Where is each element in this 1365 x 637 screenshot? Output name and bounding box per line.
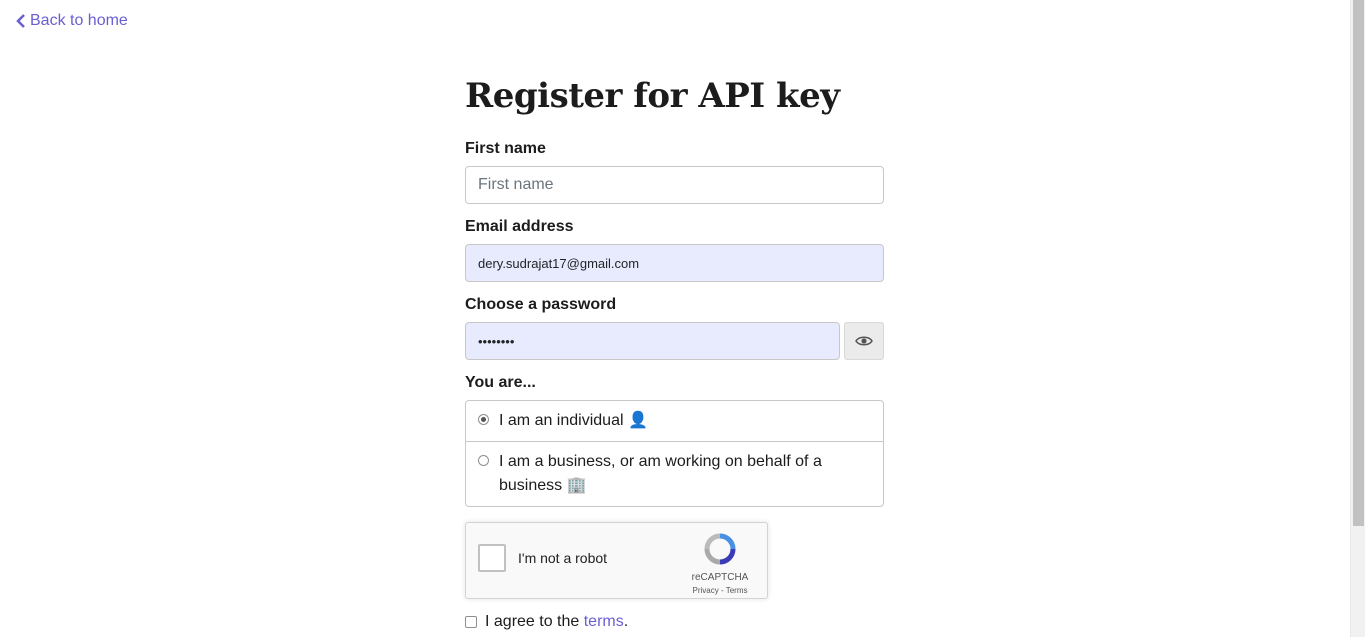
radio-individual[interactable] [478,414,489,425]
agree-terms-suffix: . [623,613,629,630]
page-scrollbar[interactable] [1350,0,1365,637]
back-to-home-link[interactable]: Back to home [16,12,128,30]
email-field[interactable] [465,244,884,282]
chevron-left-icon [16,14,25,28]
agree-terms-checkbox[interactable] [465,616,477,628]
radio-business[interactable] [478,455,489,466]
password-field[interactable] [465,322,840,360]
password-label: Choose a password [465,296,617,313]
radio-option-individual[interactable]: I am an individual 👤 [466,401,883,441]
password-row [465,322,884,360]
recaptcha-label: I'm not a robot [518,550,608,566]
recaptcha-brand: reCAPTCHA [691,572,749,583]
radio-option-business[interactable]: I am a business, or am working on behalf… [466,441,883,506]
user-type-label: You are... [465,374,536,391]
scrollbar-thumb[interactable] [1353,0,1364,526]
show-password-button[interactable] [844,322,884,360]
register-form: Register for API key First name Email ad… [465,70,884,631]
back-to-home-label: Back to home [30,12,128,29]
user-type-radio-group: I am an individual 👤 I am a business, or… [465,400,884,507]
agree-terms-row: I agree to the terms . [465,613,884,631]
first-name-label: First name [465,140,546,157]
terms-link[interactable]: terms [584,613,624,631]
eye-icon [855,336,873,346]
first-name-field[interactable] [465,166,884,204]
recaptcha-logo: reCAPTCHA Privacy - Terms [685,533,755,595]
recaptcha-checkbox[interactable] [478,544,506,572]
page: Back to home Register for API key First … [0,0,1350,637]
page-title: Register for API key [465,76,840,116]
recaptcha-icon [704,533,736,565]
email-label: Email address [465,218,574,235]
agree-terms-prefix: I agree to the [485,613,584,630]
radio-individual-label: I am an individual 👤 [499,412,648,429]
radio-business-label: I am a business, or am working on behalf… [499,453,822,494]
recaptcha-links[interactable]: Privacy - Terms [685,586,755,595]
recaptcha-widget: I'm not a robot reCAPTCHA Privacy - Term… [465,522,768,599]
